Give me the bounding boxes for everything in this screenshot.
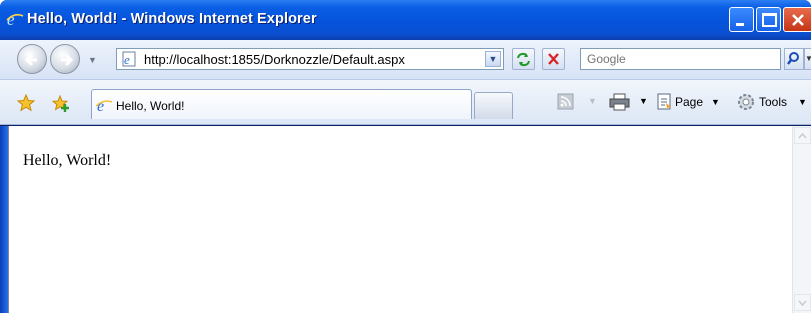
vertical-scrollbar[interactable] xyxy=(792,126,811,313)
chevron-up-icon xyxy=(798,132,807,139)
tools-menu[interactable]: Tools ▼ xyxy=(736,92,811,112)
address-toolbar: ▼ e http://localhost:1855/Dorknozzle/Def… xyxy=(0,40,811,80)
tab-label: Hello, World! xyxy=(116,99,185,113)
window-title: Hello, World! - Windows Internet Explore… xyxy=(27,11,317,27)
page-icon: e xyxy=(122,51,136,67)
refresh-button[interactable] xyxy=(512,48,535,70)
print-icon[interactable] xyxy=(608,92,632,112)
close-icon xyxy=(792,14,804,26)
window-frame xyxy=(0,126,8,313)
back-button[interactable] xyxy=(17,44,47,74)
minimize-button[interactable] xyxy=(729,7,754,32)
recent-pages-dropdown-icon[interactable]: ▼ xyxy=(88,55,97,65)
stop-icon xyxy=(548,53,559,65)
new-tab-button[interactable] xyxy=(474,92,513,119)
feeds-dropdown-icon[interactable]: ▼ xyxy=(588,96,597,116)
scroll-up-button[interactable] xyxy=(794,127,811,144)
tools-menu-label: Tools xyxy=(759,95,788,109)
page-body-text: Hello, World! xyxy=(23,152,112,169)
close-button[interactable] xyxy=(783,7,811,32)
tab-hello-world[interactable]: e Hello, World! xyxy=(91,89,472,119)
search-icon xyxy=(787,52,799,65)
forward-button[interactable] xyxy=(50,44,80,74)
scroll-down-button[interactable] xyxy=(794,294,811,311)
page-dropdown-icon: ▼ xyxy=(711,97,720,107)
ie-logo-icon: e xyxy=(6,10,24,28)
title-bar[interactable]: e Hello, World! - Windows Internet Explo… xyxy=(0,0,811,40)
page-icon xyxy=(657,93,671,110)
refresh-icon xyxy=(517,52,530,67)
print-dropdown-icon[interactable]: ▼ xyxy=(639,96,648,116)
tab-toolbar: e Hello, World! ▼ ▼ Page ▼ Tools ▼ xyxy=(0,80,811,125)
search-button[interactable] xyxy=(784,48,804,70)
search-options-icon[interactable]: ▼ xyxy=(804,48,811,70)
svg-text:e: e xyxy=(97,98,104,113)
maximize-icon xyxy=(762,13,777,27)
chevron-down-icon xyxy=(798,300,807,307)
page-menu-label: Page xyxy=(675,95,704,109)
forward-arrow-icon xyxy=(61,53,74,67)
page-content: Hello, World! xyxy=(8,126,792,313)
feeds-icon[interactable] xyxy=(556,92,576,112)
svg-text:e: e xyxy=(124,52,130,67)
minimize-icon xyxy=(736,23,744,26)
page-menu[interactable]: Page ▼ xyxy=(656,92,726,112)
browser-window: e Hello, World! - Windows Internet Explo… xyxy=(0,0,811,313)
ie-page-icon: e xyxy=(96,98,112,113)
address-bar[interactable]: e http://localhost:1855/Dorknozzle/Defau… xyxy=(116,48,504,70)
favorites-star-icon[interactable] xyxy=(17,94,35,112)
stop-button[interactable] xyxy=(542,48,565,70)
back-arrow-icon xyxy=(24,53,37,67)
gear-icon xyxy=(738,94,754,110)
address-dropdown-icon[interactable]: ▼ xyxy=(485,51,501,67)
tools-dropdown-icon: ▼ xyxy=(798,97,807,107)
maximize-button[interactable] xyxy=(756,7,781,32)
search-input[interactable] xyxy=(587,50,777,68)
address-url[interactable]: http://localhost:1855/Dorknozzle/Default… xyxy=(144,52,405,67)
search-box[interactable] xyxy=(580,48,781,70)
add-to-favorites-icon[interactable] xyxy=(52,94,70,112)
